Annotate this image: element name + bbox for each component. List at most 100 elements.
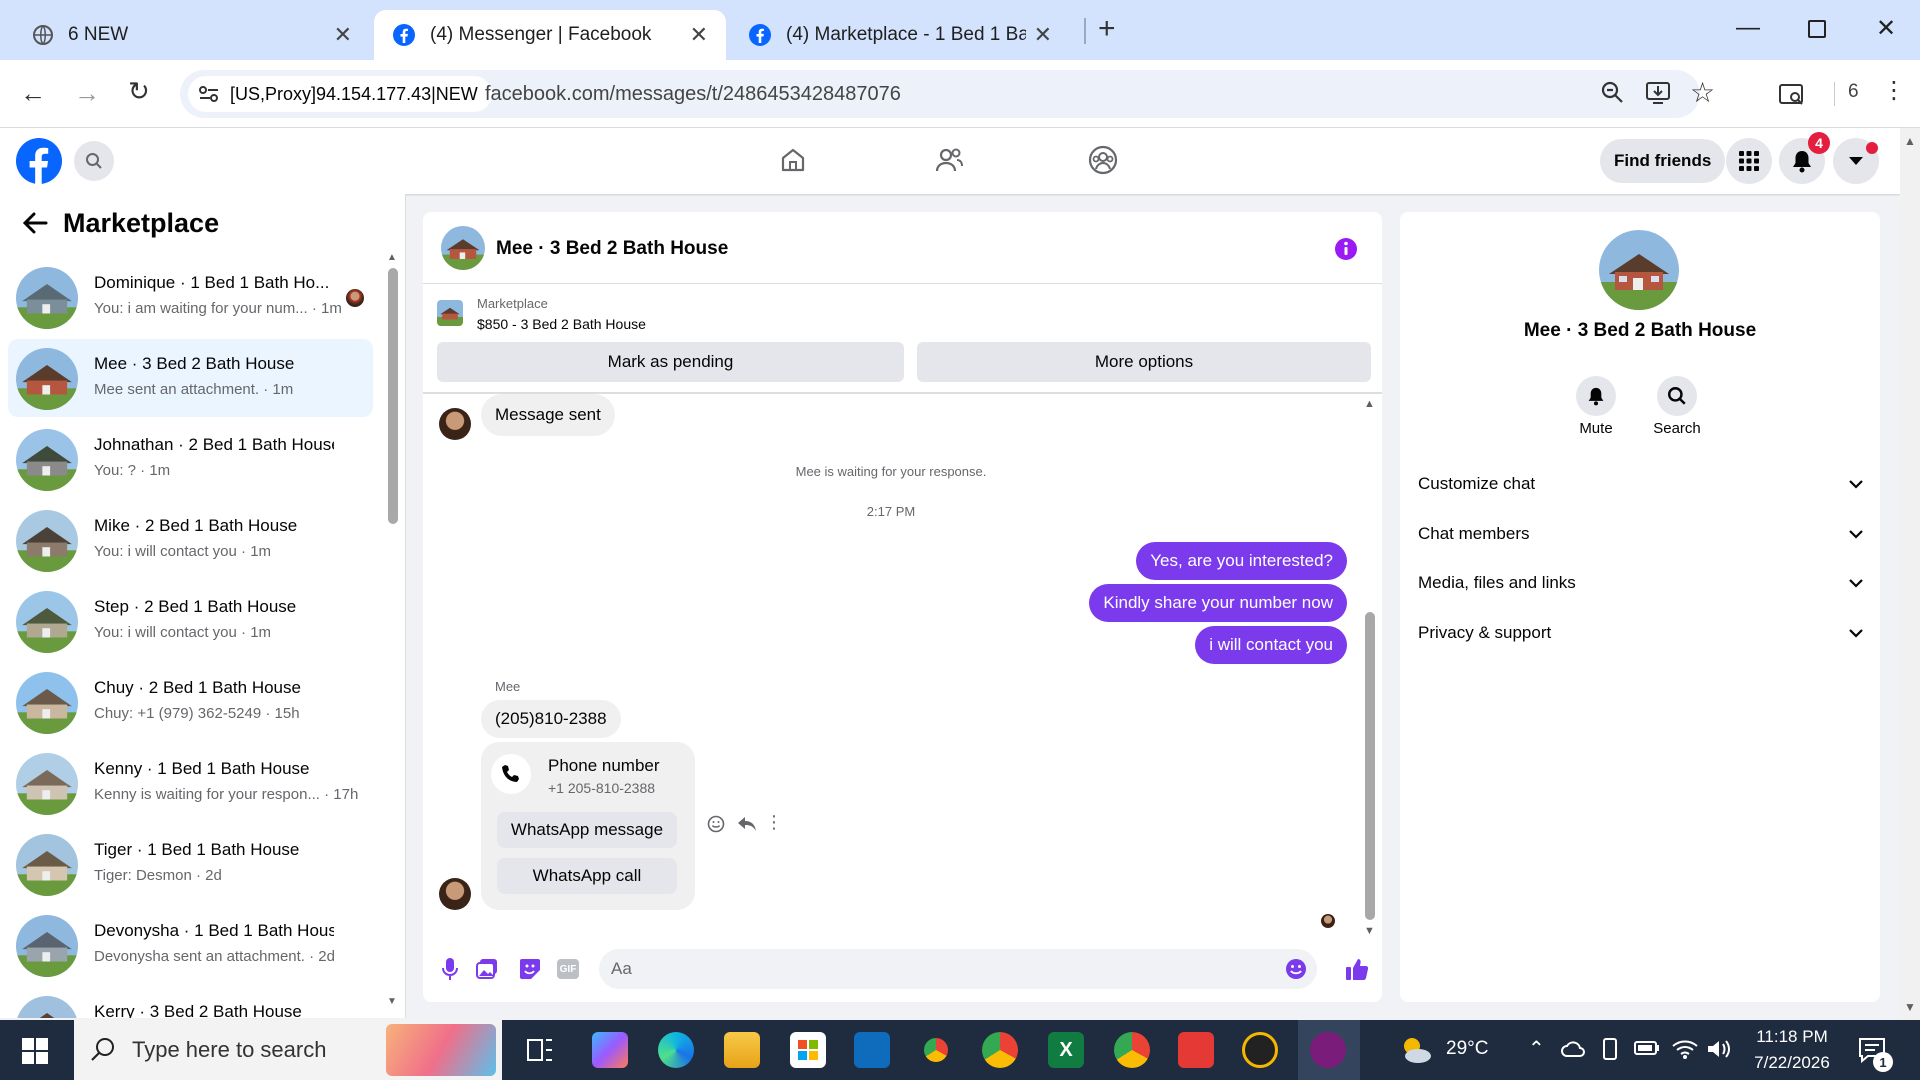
clock-time[interactable]: 11:18 PM (1746, 1027, 1838, 1047)
tab-messenger[interactable]: (4) Messenger | Facebook ✕ (374, 10, 726, 60)
list-scroll-thumb[interactable] (388, 268, 398, 524)
chat-scroll-thumb[interactable] (1365, 612, 1375, 920)
outgoing-message[interactable]: i will contact you (1195, 626, 1347, 664)
tab-search-icon[interactable] (1778, 82, 1806, 108)
like-icon[interactable] (1345, 957, 1369, 981)
chrome-icon[interactable] (982, 1032, 1018, 1068)
find-friends-button[interactable]: Find friends (1600, 139, 1726, 183)
conversation-item[interactable]: Tiger · 1 Bed 1 Bath House Tiger: Desmon … (8, 825, 373, 903)
reload-icon[interactable]: ↻ (128, 76, 150, 107)
react-emoji-icon[interactable] (707, 815, 725, 833)
emoji-icon[interactable] (1285, 958, 1307, 980)
chat-members-row[interactable]: Chat members (1418, 514, 1863, 554)
restore-icon[interactable] (1808, 20, 1826, 38)
minimize-icon[interactable]: — (1736, 14, 1760, 42)
file-explorer-icon[interactable] (724, 1032, 760, 1068)
tab-marketplace[interactable]: (4) Marketplace - 1 Bed 1 Bath ✕ (730, 10, 1070, 60)
close-tab-icon[interactable]: ✕ (690, 22, 708, 48)
page-scrollbar[interactable]: ▲ ▼ (1900, 128, 1920, 1020)
outgoing-message[interactable]: Yes, are you interested? (1136, 542, 1347, 580)
sticker-icon[interactable] (519, 958, 541, 980)
proxy-chip[interactable]: [US,Proxy]94.154.177.43|NEW (188, 76, 492, 112)
conversation-item[interactable]: Dominique · 1 Bed 1 Bath Ho... You: i am … (8, 258, 373, 336)
conversation-item[interactable]: Mike · 2 Bed 1 Bath House You: i will con… (8, 501, 373, 579)
task-view-icon[interactable] (526, 1036, 554, 1064)
chat-scrollbar[interactable]: ▲ ▼ (1363, 398, 1377, 938)
info-icon[interactable] (1334, 237, 1358, 261)
fb-search-button[interactable] (74, 141, 114, 181)
listing-thumbnail[interactable] (437, 300, 463, 326)
proxy-browser-icon[interactable] (1310, 1032, 1346, 1068)
groups-icon[interactable] (1088, 145, 1118, 175)
conversation-item[interactable]: Kenny · 1 Bed 1 Bath House Kenny is waiti… (8, 744, 373, 822)
hidden-icons-chevron-icon[interactable]: ⌃ (1528, 1036, 1545, 1061)
conversation-item[interactable]: Devonysha · 1 Bed 1 Bath House Devonysha … (8, 906, 373, 984)
window-close-icon[interactable]: ✕ (1876, 14, 1896, 43)
whatsapp-message-button[interactable]: WhatsApp message (497, 812, 677, 848)
weather-icon[interactable] (1398, 1034, 1434, 1066)
cloud-sync-icon[interactable] (1560, 1038, 1586, 1060)
home-icon[interactable] (779, 146, 807, 174)
message-more-icon[interactable]: ⋮ (765, 812, 783, 833)
phone-link-icon[interactable] (1600, 1038, 1620, 1060)
mark-as-pending-button[interactable]: Mark as pending (437, 342, 904, 382)
search-conversation-button[interactable] (1657, 376, 1697, 416)
microsoft-store-icon[interactable] (790, 1032, 826, 1068)
outlook-icon[interactable] (854, 1032, 890, 1068)
url-text[interactable]: facebook.com/messages/t/2486453428487076 (485, 83, 901, 106)
edge-icon[interactable] (658, 1032, 694, 1068)
excel-icon[interactable]: X (1048, 1032, 1084, 1068)
sender-avatar[interactable] (439, 408, 471, 440)
anydesk-icon[interactable] (1178, 1032, 1214, 1068)
conversation-item[interactable]: Step · 2 Bed 1 Bath House You: i will con… (8, 582, 373, 660)
gallery-icon[interactable] (476, 958, 498, 980)
conversation-item[interactable]: Chuy · 2 Bed 1 Bath House Chuy: +1 (979) … (8, 663, 373, 741)
media-files-links-row[interactable]: Media, files and links (1418, 563, 1863, 603)
chat-avatar[interactable] (441, 226, 485, 270)
microphone-icon[interactable] (441, 957, 459, 981)
copilot-icon[interactable] (592, 1032, 628, 1068)
windows-start-icon[interactable] (22, 1038, 48, 1064)
temperature[interactable]: 29°C (1446, 1038, 1488, 1060)
incoming-number-bubble[interactable]: (205)810-2388 (481, 700, 621, 738)
chrome-profile-icon[interactable] (918, 1032, 954, 1068)
message-sent-bubble[interactable]: Message sent (481, 394, 615, 436)
sender-avatar[interactable] (439, 878, 471, 910)
chrome-alt-profile-icon[interactable] (1114, 1032, 1150, 1068)
conversation-item[interactable]: Kerry · 3 Bed 2 Bath House (8, 987, 373, 1018)
chat-title[interactable]: Mee · 3 Bed 2 Bath House (496, 238, 728, 260)
volume-icon[interactable] (1706, 1038, 1732, 1060)
install-app-icon[interactable] (1645, 80, 1673, 106)
wifi-icon[interactable] (1672, 1038, 1698, 1060)
taskbar-search-box[interactable]: Type here to search (74, 1020, 502, 1080)
facebook-logo-icon[interactable] (16, 138, 62, 184)
browser-menu-icon[interactable]: ⋮ (1882, 76, 1906, 105)
conversation-item[interactable]: Johnathan · 2 Bed 1 Bath House You: ? · 1… (8, 420, 373, 498)
tab-6-new[interactable]: 6 NEW ✕ (14, 10, 370, 60)
new-tab-icon[interactable]: + (1098, 12, 1116, 46)
battery-icon[interactable] (1634, 1040, 1660, 1056)
gif-icon[interactable]: GIF (557, 959, 579, 979)
reply-icon[interactable] (737, 815, 757, 833)
zoom-icon[interactable] (1600, 80, 1626, 106)
customize-chat-row[interactable]: Customize chat (1418, 464, 1863, 504)
privacy-support-row[interactable]: Privacy & support (1418, 613, 1863, 653)
clock-date[interactable]: 7/22/2026 (1746, 1053, 1838, 1073)
contact-avatar[interactable] (1599, 230, 1679, 310)
message-input[interactable]: Aa (599, 949, 1317, 989)
forward-icon[interactable]: → (74, 78, 100, 109)
menu-button[interactable] (1726, 138, 1772, 184)
more-options-button[interactable]: More options (917, 342, 1371, 382)
address-bar[interactable]: [US,Proxy]94.154.177.43|NEW facebook.com… (180, 70, 1715, 118)
conversation-item[interactable]: Mee · 3 Bed 2 Bath House Mee sent an atta… (8, 339, 373, 417)
extension-badge[interactable]: 6 (1848, 81, 1859, 103)
friends-icon[interactable] (934, 146, 964, 174)
mute-button[interactable] (1576, 376, 1616, 416)
whatsapp-call-button[interactable]: WhatsApp call (497, 858, 677, 894)
back-icon[interactable]: ← (20, 78, 46, 109)
ix-browser-icon[interactable] (1242, 1032, 1278, 1068)
list-scrollbar[interactable]: ▲ ▼ (386, 252, 400, 1008)
listing-title[interactable]: $850 - 3 Bed 2 Bath House (477, 316, 646, 332)
outgoing-message[interactable]: Kindly share your number now (1089, 584, 1347, 622)
back-arrow-icon[interactable] (22, 212, 48, 234)
